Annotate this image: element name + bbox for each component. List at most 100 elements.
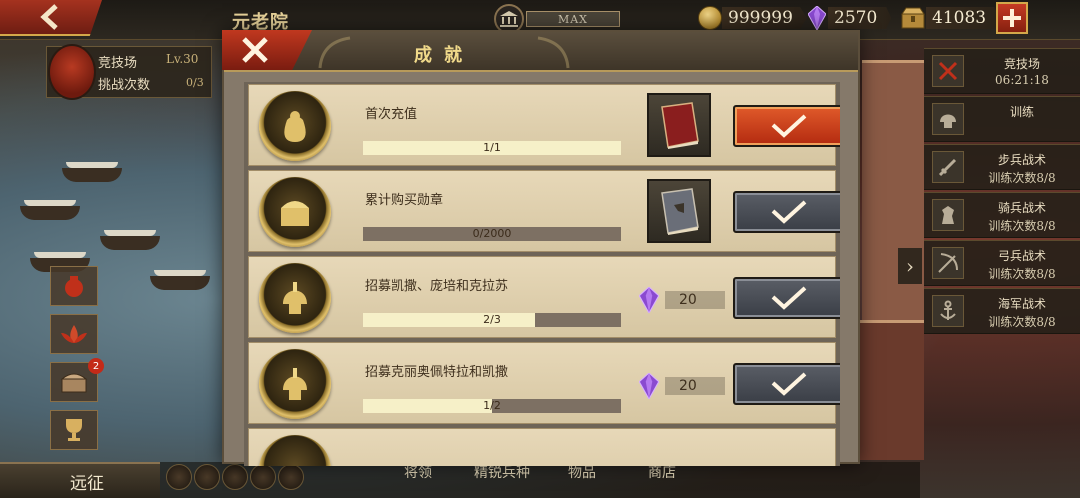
- progress-bar: 1/1: [363, 141, 621, 155]
- unit-avatar: [166, 464, 192, 490]
- arena-name: 竞技场: [98, 56, 138, 71]
- reward-item[interactable]: 20: [639, 373, 725, 399]
- expedition-button[interactable]: 远征: [0, 462, 160, 498]
- sidebar-infantry-count: 训练次数8/8: [988, 171, 1056, 185]
- sidebar-arena-label: 竞技场: [1003, 57, 1040, 71]
- treasure-chest-icon: [60, 373, 88, 393]
- gem-amount: 2570: [828, 7, 892, 29]
- claim-button[interactable]: [733, 191, 840, 233]
- claim-button[interactable]: [733, 105, 840, 147]
- sidebar-archer-tactics[interactable]: 弓兵战术 训练次数8/8: [924, 240, 1080, 286]
- achievement-row: 招募克丽奥佩特拉和凯撒 1/2 20: [248, 342, 840, 424]
- achievement-row: [248, 428, 836, 466]
- loot-bag-button[interactable]: [50, 266, 98, 306]
- sidebar-infantry-label: 步兵战术: [997, 153, 1046, 167]
- close-icon: [242, 37, 268, 63]
- supply-amount: 41083: [926, 7, 1001, 29]
- chest-badge: 2: [88, 358, 104, 374]
- sidebar-training-label: 训练: [1009, 105, 1034, 119]
- reward-item[interactable]: 20: [639, 287, 725, 313]
- gold-resource: 999999: [698, 6, 807, 30]
- sidebar-cavalry-tactics[interactable]: 骑兵战术 训练次数8/8: [924, 192, 1080, 238]
- loot-bag-icon: [65, 276, 83, 297]
- unit-avatar: [278, 464, 304, 490]
- achievement-row: 首次充值 1/1: [248, 84, 840, 166]
- gem-resource: 2570: [808, 6, 892, 30]
- progress-bar: 2/3: [363, 313, 621, 327]
- helmet-icon: [932, 103, 964, 135]
- modal-header: 成就: [224, 32, 858, 72]
- lotus-button[interactable]: [50, 314, 98, 354]
- achievement-title: 首次充值: [365, 107, 418, 122]
- sidebar-cavalry-label: 骑兵战术: [997, 201, 1046, 215]
- progress-text: 0/2000: [472, 227, 512, 240]
- recharge-plus-button[interactable]: [996, 2, 1028, 34]
- supply-chest-icon: [901, 7, 925, 29]
- back-arrow-icon: [40, 4, 58, 30]
- sidebar-navy-tactics[interactable]: 海军战术 训练次数8/8: [924, 288, 1080, 334]
- helmet-medal-icon: [259, 349, 331, 419]
- reward-amount: 20: [665, 291, 725, 309]
- achievements-modal: 成就 首次充值 1/1 累计购买勋章 0/2000 招募凯撒、庞培和克拉苏 2/…: [222, 30, 860, 466]
- challenge-count: 0/3: [186, 76, 204, 89]
- sidebar-cavalry-count: 训练次数8/8: [988, 219, 1056, 233]
- treasure-chest-medal-icon: [259, 177, 331, 247]
- sidebar-arena-timer[interactable]: 竞技场 06:21:18: [924, 48, 1080, 94]
- level-status-bar: MAX: [526, 11, 620, 27]
- sidebar-infantry-tactics[interactable]: 步兵战术 训练次数8/8: [924, 144, 1080, 190]
- sidebar-expand-chevron-icon[interactable]: ›: [898, 248, 922, 284]
- helmet-medal-icon: [259, 263, 331, 333]
- progress-text: 1/2: [483, 399, 501, 412]
- achievement-row: 招募凯撒、庞培和克拉苏 2/3 20: [248, 256, 840, 338]
- red-tome-icon: [661, 102, 699, 149]
- checkmark-icon: [771, 200, 807, 224]
- sidebar-arena-time: 06:21:18: [995, 73, 1049, 87]
- purple-gem-icon: [808, 6, 826, 30]
- sword-icon: [932, 151, 964, 183]
- achievement-list[interactable]: 首次充值 1/1 累计购买勋章 0/2000 招募凯撒、庞培和克拉苏 2/3 2…: [244, 82, 840, 466]
- purple-gem-icon: [639, 373, 659, 399]
- gold-bag-medal-icon: [259, 91, 331, 161]
- gold-amount: 999999: [722, 7, 807, 29]
- unit-avatar: [250, 464, 276, 490]
- modal-title: 成就: [414, 45, 474, 66]
- gold-coin-icon: [698, 6, 722, 30]
- claim-button[interactable]: [733, 363, 840, 405]
- achievement-title: 累计购买勋章: [365, 193, 444, 208]
- lotus-icon: [61, 325, 87, 343]
- sidebar-archer-label: 弓兵战术: [997, 249, 1046, 263]
- challenge-label: 挑战次数: [98, 78, 151, 93]
- supply-resource: 41083: [900, 6, 1001, 30]
- reward-item[interactable]: [647, 179, 711, 243]
- arena-level: Lv.30: [166, 52, 199, 66]
- sidebar-training[interactable]: 训练: [924, 96, 1080, 142]
- bow-icon: [932, 247, 964, 279]
- progress-bar: 0/2000: [363, 227, 621, 241]
- claim-button[interactable]: [733, 277, 840, 319]
- laurel-icon: [537, 36, 570, 69]
- achievement-title: 招募凯撒、庞培和克拉苏: [365, 279, 509, 294]
- crossed-swords-icon: [932, 55, 964, 87]
- laurel-icon: [318, 36, 351, 69]
- checkmark-icon: [771, 286, 807, 310]
- unit-avatar: [222, 464, 248, 490]
- sidebar-navy-count: 训练次数8/8: [988, 315, 1056, 329]
- trophy-button[interactable]: [50, 410, 98, 450]
- checkmark-icon: [771, 114, 807, 138]
- reward-amount: 20: [665, 377, 725, 395]
- achievement-title: 招募克丽奥佩特拉和凯撒: [365, 365, 509, 380]
- blue-tome-icon: [661, 188, 699, 235]
- horse-icon: [932, 199, 964, 231]
- unit-avatar: [194, 464, 220, 490]
- back-button[interactable]: [0, 0, 102, 36]
- checkmark-icon: [771, 372, 807, 396]
- sidebar-archer-count: 训练次数8/8: [988, 267, 1056, 281]
- reward-item[interactable]: [647, 93, 711, 157]
- arena-emblem-icon: [48, 44, 96, 100]
- progress-text: 2/3: [483, 313, 501, 326]
- right-sidebar: 竞技场 06:21:18 训练 步兵战术 训练次数8/8 骑兵战术 训练次数8/…: [924, 48, 1080, 336]
- progress-bar: 1/2: [363, 399, 621, 413]
- purple-gem-icon: [639, 287, 659, 313]
- helmet-medal-icon: [259, 435, 331, 466]
- trophy-icon: [66, 419, 82, 441]
